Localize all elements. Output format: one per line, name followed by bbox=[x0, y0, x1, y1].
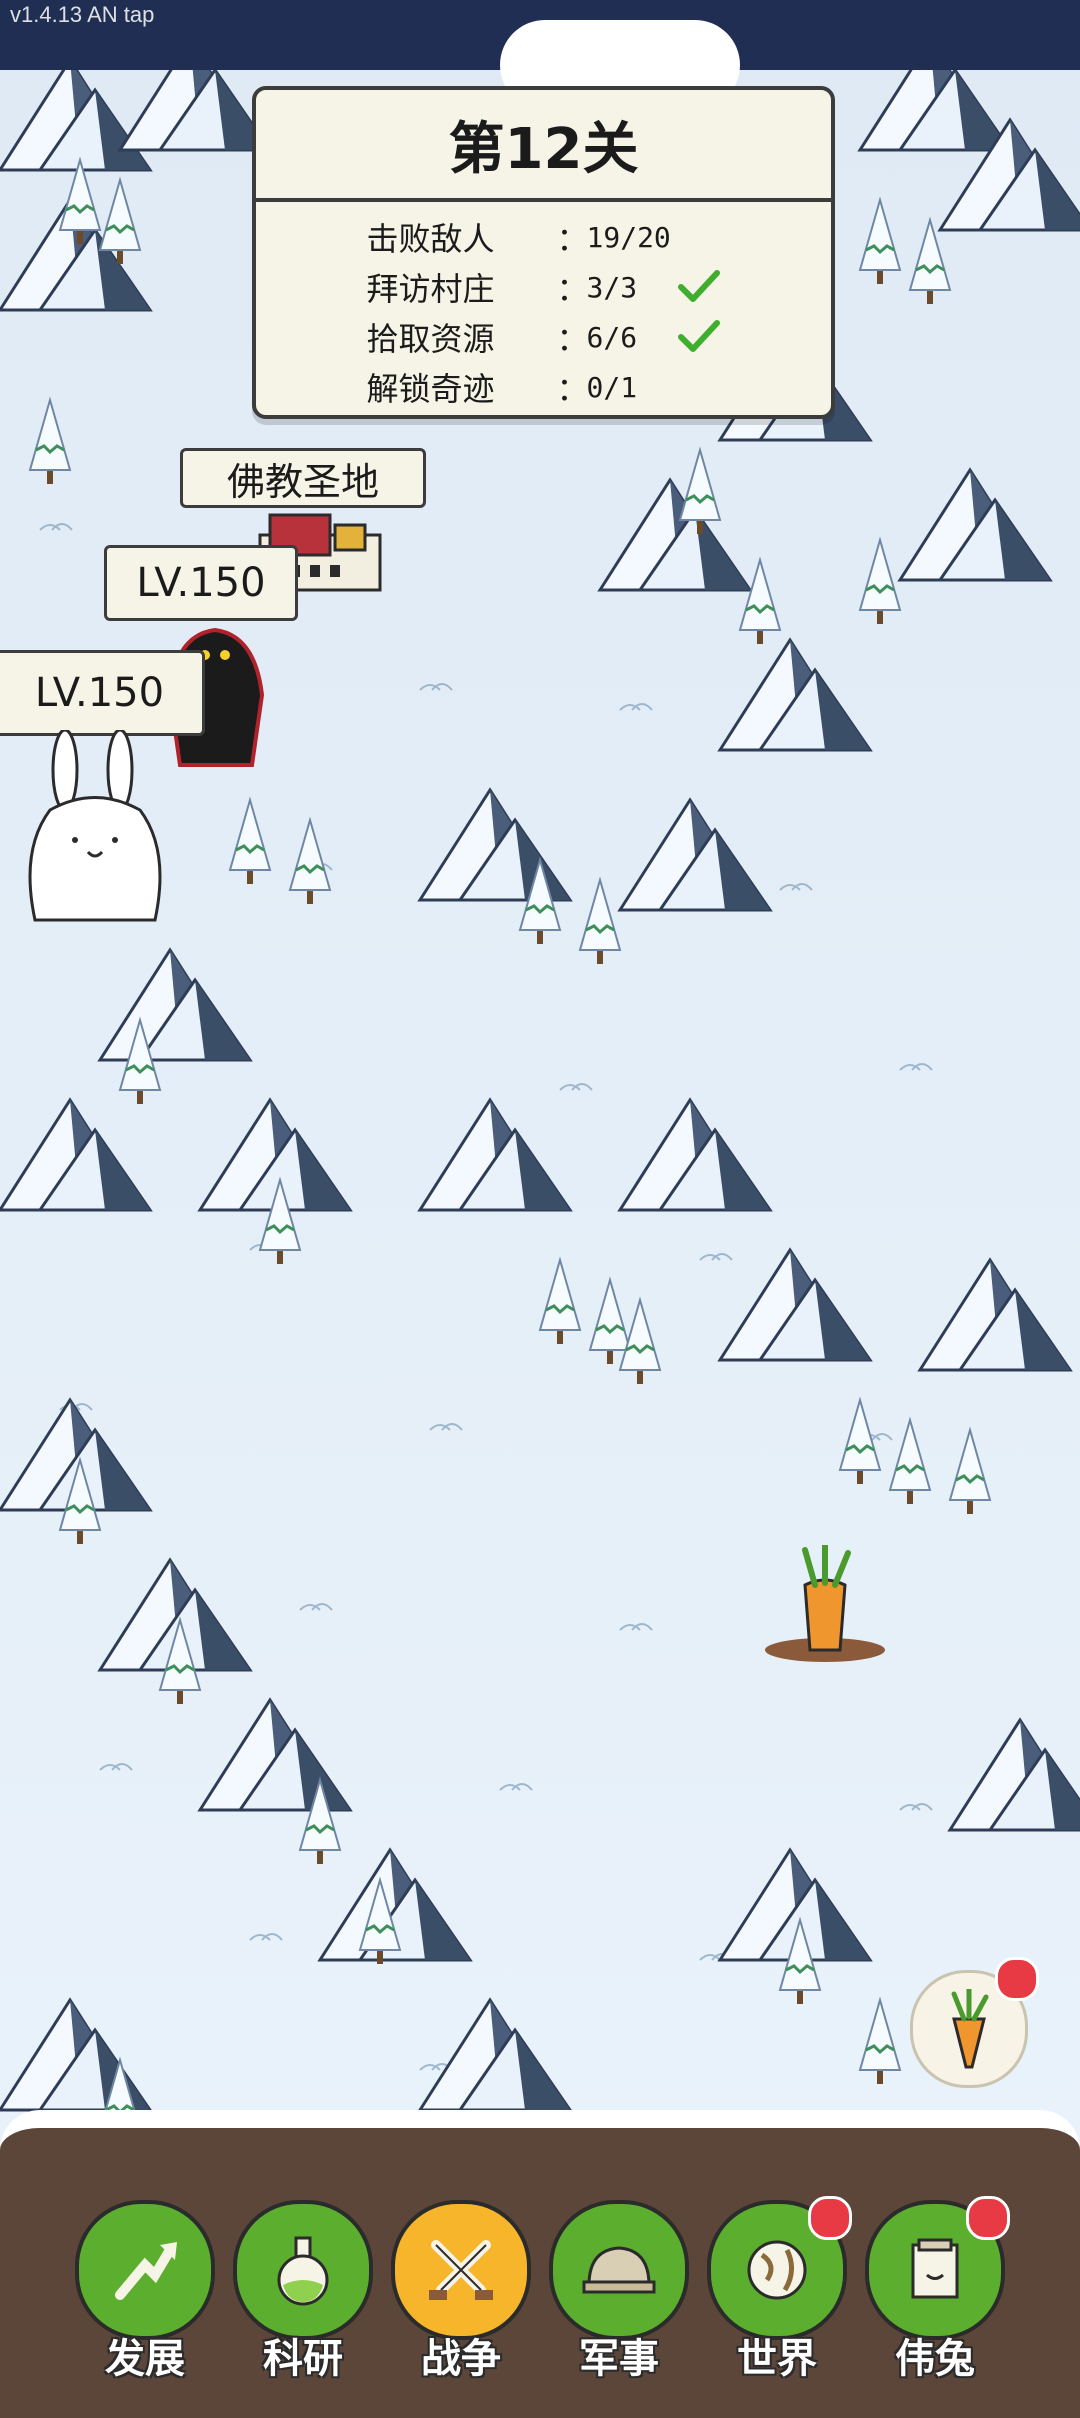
notification-badge bbox=[966, 2196, 1010, 2240]
player-level-label: LV.150 bbox=[0, 650, 205, 736]
level-title: 第12关 bbox=[448, 116, 639, 182]
flask-icon bbox=[277, 2236, 329, 2306]
nav-icon-circle bbox=[549, 2200, 689, 2340]
nav-item-war[interactable]: 战争 bbox=[382, 2200, 540, 2400]
objective-separator: ： bbox=[556, 220, 589, 258]
objective-row: 拜访村庄 ： 3/3 bbox=[256, 262, 831, 312]
objective-value: 3/3 bbox=[586, 270, 638, 304]
crossed-swords-icon bbox=[429, 2240, 493, 2300]
nav-item-research[interactable]: 科研 bbox=[224, 2200, 382, 2400]
objective-value: 6/6 bbox=[586, 320, 638, 354]
bottom-nav: 发展 科研 战争 军事 世界 伟兔 bbox=[0, 2196, 1080, 2400]
nav-label: 战争 bbox=[421, 2336, 501, 2382]
version-label: v1.4.13 AN tap bbox=[10, 2, 155, 27]
objective-check-placeholder bbox=[677, 369, 721, 405]
nav-item-development[interactable]: 发展 bbox=[66, 2200, 224, 2400]
notification-badge bbox=[995, 1957, 1039, 2001]
objective-row: 解锁奇迹 ： 0/1 bbox=[256, 362, 831, 412]
level-objectives-panel: 第12关 击败敌人 ： 19/20 拜访村庄 ： 3/3 拾取资源 ： 6/6 … bbox=[252, 86, 835, 419]
helmet-icon bbox=[582, 2246, 656, 2294]
objective-row: 击败敌人 ： 19/20 bbox=[256, 212, 831, 262]
objective-row: 拾取资源 ： 6/6 bbox=[256, 312, 831, 362]
carrot-icon bbox=[951, 1989, 989, 2069]
nav-icon-circle bbox=[233, 2200, 373, 2340]
landmark-label[interactable]: 佛教圣地 bbox=[180, 448, 426, 508]
panel-header: 第12关 bbox=[256, 90, 831, 202]
objective-separator: ： bbox=[556, 270, 589, 308]
checkmark-icon bbox=[677, 320, 720, 352]
nav-label: 发展 bbox=[105, 2336, 185, 2382]
nav-icon-circle bbox=[75, 2200, 215, 2340]
objective-value: 19/20 bbox=[586, 220, 671, 254]
nav-label: 世界 bbox=[737, 2336, 817, 2382]
objective-value: 0/1 bbox=[586, 370, 638, 404]
objective-label: 击败敌人 bbox=[366, 220, 495, 258]
objective-label: 拾取资源 bbox=[366, 320, 495, 358]
objective-separator: ： bbox=[556, 320, 589, 358]
nav-item-military[interactable]: 军事 bbox=[540, 2200, 698, 2400]
enemy-level-label: LV.150 bbox=[104, 545, 298, 621]
nav-icon-circle bbox=[391, 2200, 531, 2340]
nav-label: 伟兔 bbox=[895, 2336, 975, 2382]
development-icon bbox=[115, 2242, 177, 2300]
nav-label: 军事 bbox=[579, 2336, 659, 2382]
nav-item-great-bunny[interactable]: 伟兔 bbox=[856, 2196, 1014, 2400]
carrot-button[interactable] bbox=[910, 1957, 1039, 2088]
objective-label: 拜访村庄 bbox=[366, 270, 495, 308]
bunny-player-icon[interactable] bbox=[10, 730, 180, 930]
nav-label: 科研 bbox=[263, 2336, 343, 2382]
objective-check-placeholder bbox=[677, 219, 721, 255]
checkmark-icon bbox=[677, 270, 720, 302]
notification-badge bbox=[808, 2196, 852, 2240]
globe-icon bbox=[747, 2240, 807, 2300]
carrot-resource-icon[interactable] bbox=[760, 1545, 890, 1665]
objective-list: 击败敌人 ： 19/20 拜访村庄 ： 3/3 拾取资源 ： 6/6 解锁奇迹 … bbox=[256, 202, 831, 412]
book-icon bbox=[911, 2238, 959, 2299]
nav-item-world[interactable]: 世界 bbox=[698, 2196, 856, 2400]
objective-separator: ： bbox=[556, 370, 589, 408]
objective-label: 解锁奇迹 bbox=[366, 370, 495, 408]
